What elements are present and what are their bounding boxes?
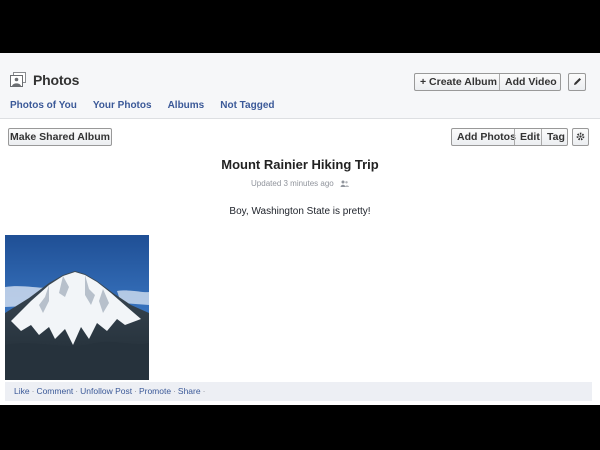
updated-text: Updated 3 minutes ago — [251, 179, 334, 188]
unfollow-post-link[interactable]: Unfollow Post — [80, 386, 132, 396]
photos-nav: Photos of You Your Photos Albums Not Tag… — [10, 100, 291, 111]
tab-albums[interactable]: Albums — [168, 100, 205, 111]
share-link[interactable]: Share — [178, 386, 201, 396]
comment-link[interactable]: Comment — [36, 386, 73, 396]
create-album-button[interactable]: + Create Album — [415, 74, 499, 90]
create-actions-group: + Create Album Add Video — [414, 73, 561, 91]
tab-not-tagged[interactable]: Not Tagged — [220, 100, 274, 111]
album-title: Mount Rainier Hiking Trip — [221, 157, 379, 172]
mount-rainier-photo[interactable] — [5, 235, 149, 380]
gear-icon — [576, 132, 585, 141]
pencil-icon — [573, 78, 581, 85]
tab-your-photos[interactable]: Your Photos — [93, 100, 152, 111]
album-description: Boy, Washington State is pretty! — [229, 206, 371, 217]
people-icon[interactable] — [340, 180, 349, 188]
edit-photos-button[interactable] — [568, 73, 586, 91]
separator: · — [202, 386, 206, 396]
photos-header: Photos + Create Album Add Video Photos o… — [0, 53, 600, 119]
promote-link[interactable]: Promote — [139, 386, 171, 396]
photos-page: Photos + Create Album Add Video Photos o… — [0, 53, 600, 405]
like-link[interactable]: Like — [14, 386, 30, 396]
album-updated: Updated 3 minutes ago — [0, 179, 600, 188]
separator: · — [173, 386, 176, 396]
separator: · — [75, 386, 79, 396]
photos-icon — [10, 72, 26, 87]
album-settings-button[interactable] — [572, 128, 589, 146]
tag-button[interactable]: Tag — [541, 129, 570, 145]
separator: · — [31, 386, 35, 396]
album-actions-group: Add Photos Edit Tag — [451, 128, 568, 146]
tab-photos-of-you[interactable]: Photos of You — [10, 100, 77, 111]
add-video-button[interactable]: Add Video — [499, 74, 562, 90]
edit-album-button[interactable]: Edit — [514, 129, 541, 145]
page-title: Photos — [33, 72, 80, 88]
post-action-bar: Like · Comment · Unfollow Post · Promote · Share… — [5, 382, 592, 401]
separator: · — [134, 386, 137, 396]
make-shared-album-button[interactable]: Make Shared Album — [8, 128, 112, 146]
add-photos-button[interactable]: Add Photos — [452, 129, 516, 145]
